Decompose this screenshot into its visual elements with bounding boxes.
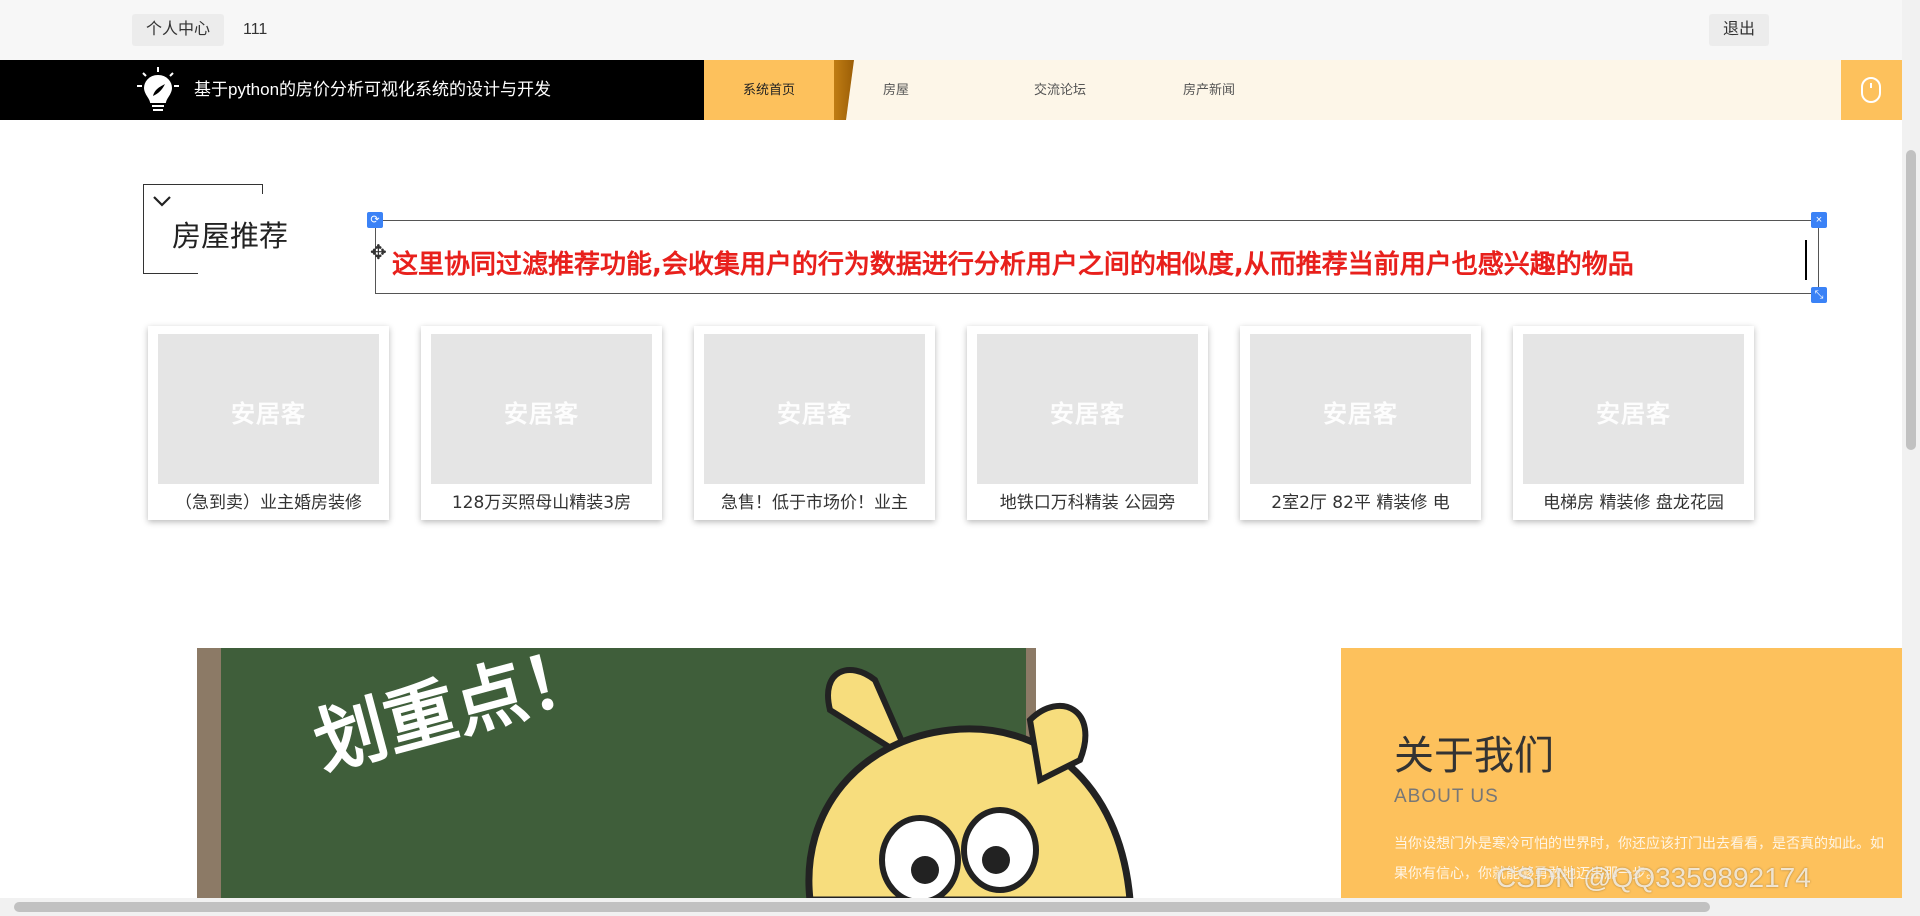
banner-text: 划重点！: [305, 648, 606, 786]
house-title[interactable]: 2室2厅 82平 精装修 电: [1240, 488, 1481, 513]
house-image[interactable]: 安居客: [1250, 334, 1471, 484]
house-title[interactable]: （急到卖）业主婚房装修: [148, 488, 389, 513]
house-card[interactable]: 安居客 电梯房 精装修 盘龙花园: [1513, 326, 1754, 520]
watermark: CSDN @QQ3359892174: [1496, 862, 1811, 893]
horizontal-scroll-thumb[interactable]: [14, 902, 1710, 912]
resize-handle-icon[interactable]: ⤡: [1811, 287, 1827, 303]
house-card[interactable]: 安居客 急售！低于市场价！业主: [694, 326, 935, 520]
house-image[interactable]: 安居客: [431, 334, 652, 484]
house-card[interactable]: 安居客 128万买照母山精装3房: [421, 326, 662, 520]
mouse-icon: [1861, 77, 1881, 103]
house-title[interactable]: 急售！低于市场价！业主: [694, 488, 935, 513]
nav-item-home[interactable]: 系统首页: [704, 60, 834, 120]
main-nav: 基于python的房价分析可视化系统的设计与开发 系统首页 房屋 交流论坛 房产…: [0, 60, 1902, 120]
close-icon[interactable]: ×: [1811, 212, 1827, 228]
about-title: 关于我们: [1394, 733, 1554, 779]
move-icon[interactable]: ✥: [370, 240, 387, 265]
house-card[interactable]: 安居客 （急到卖）业主婚房装修: [148, 326, 389, 520]
house-image[interactable]: 安居客: [977, 334, 1198, 484]
username-label: 111: [243, 21, 268, 38]
nav-item-houses[interactable]: 房屋: [883, 60, 909, 120]
vertical-scroll-thumb[interactable]: [1906, 150, 1916, 450]
logout-button[interactable]: 退出: [1709, 14, 1770, 46]
about-subtitle: ABOUT US: [1394, 786, 1499, 807]
mascot-illustration: [805, 667, 1134, 900]
vertical-scrollbar[interactable]: [1902, 0, 1920, 898]
section-title: 房屋推荐: [172, 219, 289, 253]
chevron-down-icon: [153, 196, 171, 207]
lightbulb-logo-icon: [137, 67, 179, 111]
house-title[interactable]: 128万买照母山精装3房: [421, 488, 662, 513]
nav-item-forum[interactable]: 交流论坛: [1034, 60, 1086, 120]
scroll-mouse-button[interactable]: [1841, 60, 1902, 120]
house-image[interactable]: 安居客: [1523, 334, 1744, 484]
house-image[interactable]: 安居客: [158, 334, 379, 484]
rotate-handle-icon[interactable]: ⟳: [367, 212, 383, 228]
house-card[interactable]: 安居客 2室2厅 82平 精装修 电: [1240, 326, 1481, 520]
annotation-text[interactable]: 这里协同过滤推荐功能,会收集用户的行为数据进行分析用户之间的相似度,从而推荐当前…: [392, 244, 1634, 281]
house-title[interactable]: 电梯房 精装修 盘龙花园: [1513, 488, 1754, 513]
house-image[interactable]: 安居客: [704, 334, 925, 484]
house-card-list: 安居客 （急到卖）业主婚房装修 安居客 128万买照母山精装3房 安居客 急售！…: [148, 326, 1758, 520]
top-bar: 个人中心 111 退出: [0, 0, 1902, 60]
horizontal-scrollbar[interactable]: [0, 898, 1920, 916]
profile-center-button[interactable]: 个人中心: [132, 14, 225, 46]
nav-item-news[interactable]: 房产新闻: [1183, 60, 1235, 120]
site-title: 基于python的房价分析可视化系统的设计与开发: [194, 80, 552, 99]
nav-active-wedge: [834, 60, 854, 120]
brand-area: 基于python的房价分析可视化系统的设计与开发: [0, 60, 704, 120]
house-title[interactable]: 地铁口万科精装 公园旁: [967, 488, 1208, 513]
house-card[interactable]: 安居客 地铁口万科精装 公园旁: [967, 326, 1208, 520]
text-caret: [1805, 240, 1807, 280]
